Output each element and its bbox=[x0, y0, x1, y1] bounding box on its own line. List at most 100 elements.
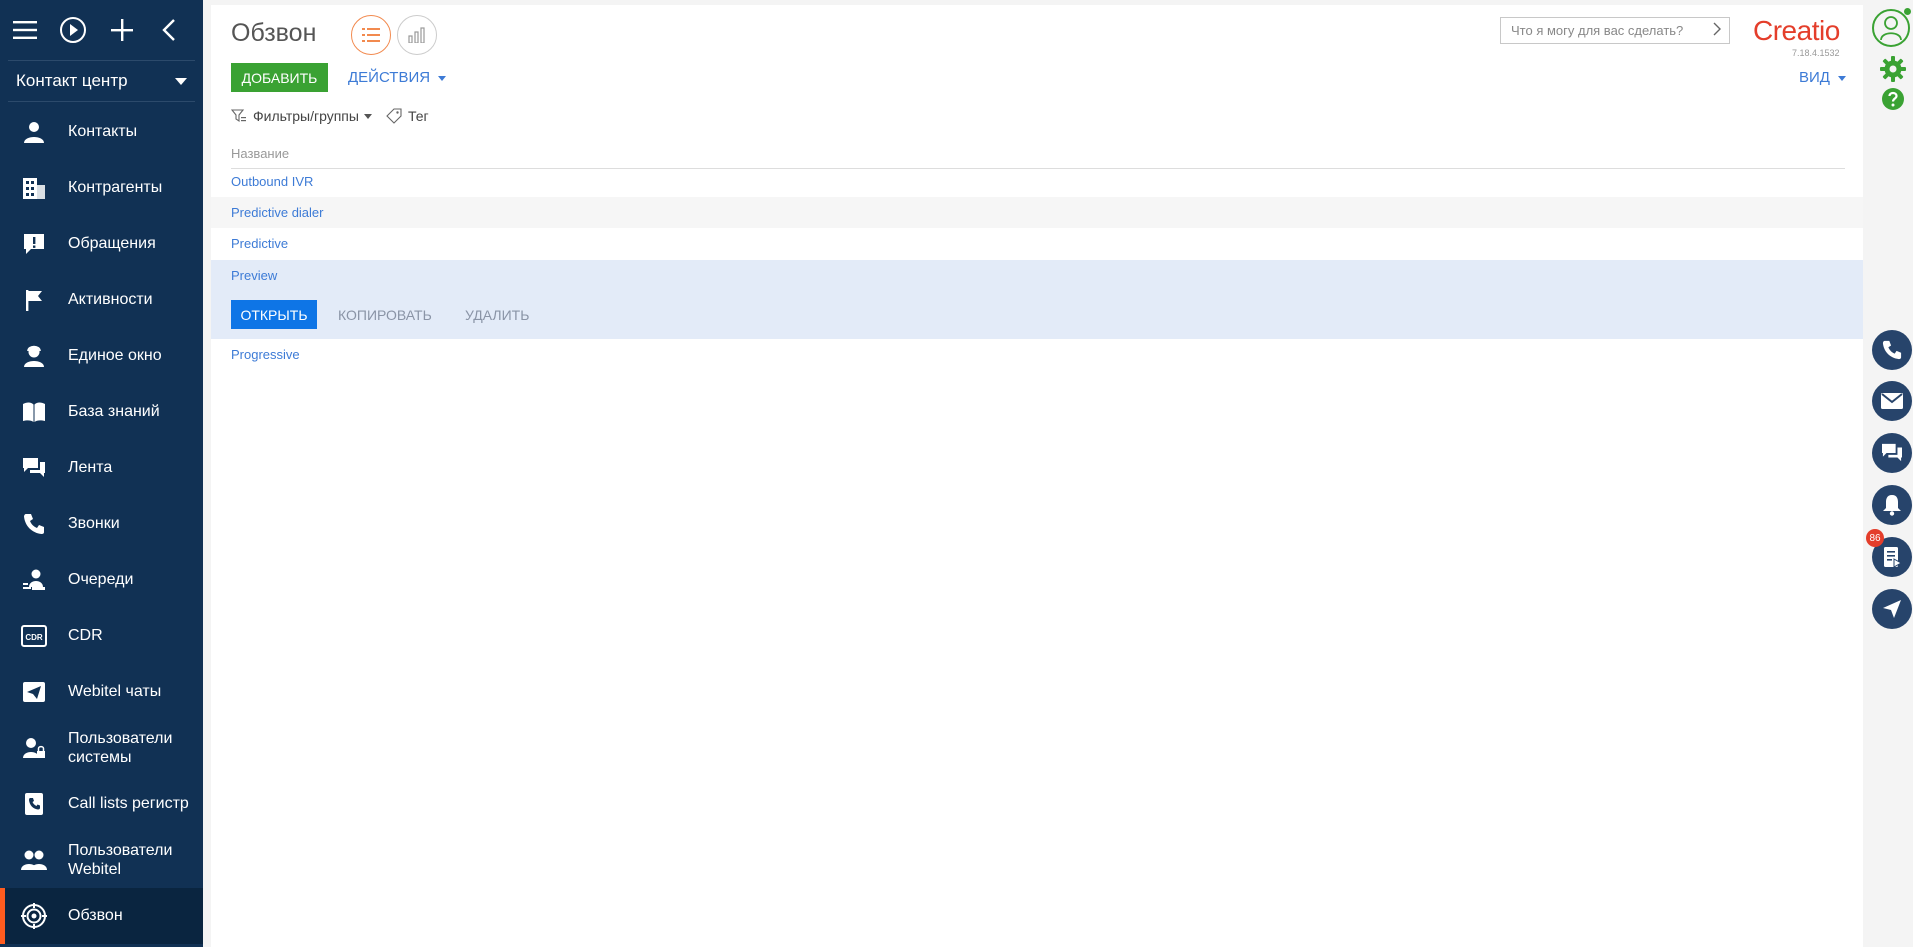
tag-icon bbox=[386, 108, 402, 124]
chevron-down-icon bbox=[1838, 75, 1847, 81]
send-panel-button[interactable] bbox=[1872, 589, 1912, 629]
copy-button[interactable]: КОПИРОВАТЬ bbox=[338, 307, 432, 323]
phone-panel-button[interactable] bbox=[1872, 330, 1912, 370]
sidebar-item-activities[interactable]: Активности bbox=[0, 272, 203, 328]
filters-groups-button[interactable]: Фильтры/группы bbox=[253, 108, 359, 124]
sidebar-topbar bbox=[0, 0, 203, 60]
page-title: Обзвон bbox=[231, 19, 317, 47]
sidebar-item-label: Обзвон bbox=[68, 907, 123, 924]
actions-dropdown[interactable]: ДЕЙСТВИЯ bbox=[348, 69, 447, 86]
command-search-input[interactable]: Что я могу для вас сделать? bbox=[1500, 17, 1730, 44]
sidebar-item-dialer[interactable]: Обзвон bbox=[0, 888, 203, 944]
chevron-down-icon bbox=[363, 113, 372, 119]
notifications-panel-button[interactable] bbox=[1872, 485, 1912, 525]
chevron-right-icon[interactable] bbox=[1713, 22, 1721, 39]
svg-text:CDR: CDR bbox=[25, 633, 43, 642]
cdr-icon: CDR bbox=[20, 622, 48, 650]
sidebar-item-label: Активности bbox=[68, 291, 153, 308]
sidebar-item-label: Очереди bbox=[68, 571, 134, 588]
selected-row[interactable]: Preview ОТКРЫТЬ КОПИРОВАТЬ УДАЛИТЬ bbox=[211, 260, 1863, 339]
sidebar-item-call-lists[interactable]: Call lists регистр bbox=[0, 776, 203, 832]
sidebar-item-system-users[interactable]: Пользователи системы bbox=[0, 720, 203, 776]
table-row[interactable]: Progressive bbox=[211, 339, 1863, 370]
add-button[interactable]: ДОБАВИТЬ bbox=[231, 63, 328, 92]
notification-badge: 86 bbox=[1866, 529, 1884, 547]
sidebar-item-cdr[interactable]: CDR CDR bbox=[0, 608, 203, 664]
online-status-dot bbox=[1904, 8, 1911, 15]
row-link[interactable]: Predictive dialer bbox=[231, 205, 324, 220]
document-icon bbox=[1884, 547, 1901, 568]
table-row[interactable]: Predictive dialer bbox=[211, 197, 1863, 228]
call-list-icon bbox=[20, 790, 48, 818]
list-view-button[interactable] bbox=[351, 15, 391, 55]
version-label: 7.18.4.1532 bbox=[1792, 48, 1840, 58]
sidebar-item-webitel-chats[interactable]: Webitel чаты bbox=[0, 664, 203, 720]
sidebar-item-label: Звонки bbox=[68, 515, 120, 532]
creatio-logo: Creatio bbox=[1753, 15, 1840, 46]
row-link[interactable]: Predictive bbox=[231, 236, 288, 251]
email-panel-button[interactable] bbox=[1872, 381, 1912, 421]
row-link[interactable]: Outbound IVR bbox=[231, 174, 313, 189]
tag-button[interactable]: Тег bbox=[408, 108, 429, 124]
table-row[interactable]: Outbound IVR bbox=[211, 166, 1863, 197]
sidebar: Контакт центр Контакты Контрагенты Обращ… bbox=[0, 0, 203, 947]
call-list-panel-button[interactable]: 86 bbox=[1866, 529, 1912, 577]
profile-avatar[interactable] bbox=[1872, 8, 1911, 47]
analytics-view-button[interactable] bbox=[397, 15, 437, 55]
main-panel: Обзвон Что я могу для вас сделать? Creat… bbox=[211, 5, 1863, 947]
filter-icon bbox=[231, 109, 246, 123]
row-link[interactable]: Preview bbox=[231, 268, 277, 283]
list-icon bbox=[362, 28, 380, 42]
user-icon bbox=[1880, 16, 1902, 41]
sidebar-item-knowledge-base[interactable]: База знаний bbox=[0, 384, 203, 440]
sidebar-item-queues[interactable]: Очереди bbox=[0, 552, 203, 608]
view-dropdown[interactable]: ВИД bbox=[1799, 69, 1847, 86]
delete-button[interactable]: УДАЛИТЬ bbox=[465, 307, 529, 323]
menu-icon[interactable] bbox=[12, 15, 37, 45]
plus-icon[interactable] bbox=[109, 15, 134, 45]
sidebar-item-label: Контакты bbox=[68, 123, 138, 140]
sidebar-item-cases[interactable]: Обращения bbox=[0, 216, 203, 272]
sidebar-item-label: Пользователи системы bbox=[68, 730, 173, 766]
chat-panel-button[interactable] bbox=[1872, 433, 1912, 473]
table-row[interactable]: Predictive bbox=[211, 228, 1863, 259]
sidebar-item-label: Обращения bbox=[68, 235, 156, 252]
chat-icon bbox=[20, 454, 48, 482]
bell-icon bbox=[1883, 495, 1901, 516]
chart-icon bbox=[408, 27, 425, 43]
building-icon bbox=[20, 174, 48, 202]
play-icon[interactable] bbox=[59, 15, 87, 45]
book-icon bbox=[20, 398, 48, 426]
help-button[interactable] bbox=[1881, 87, 1905, 116]
sidebar-item-label: CDR bbox=[68, 627, 103, 644]
sidebar-item-label: Единое окно bbox=[68, 347, 162, 364]
chat-icon bbox=[1882, 443, 1902, 462]
flag-icon bbox=[20, 286, 48, 314]
gear-icon bbox=[1880, 56, 1906, 82]
person-icon bbox=[20, 118, 48, 146]
sidebar-item-feed[interactable]: Лента bbox=[0, 440, 203, 496]
sidebar-item-webitel-users[interactable]: Пользователи Webitel bbox=[0, 832, 203, 888]
sidebar-item-contacts[interactable]: Контакты bbox=[0, 104, 203, 160]
view-label: ВИД bbox=[1799, 69, 1830, 86]
dialer-icon bbox=[20, 902, 48, 930]
envelope-icon bbox=[1881, 393, 1903, 409]
users-icon bbox=[20, 846, 48, 874]
sidebar-item-single-window[interactable]: Единое окно bbox=[0, 328, 203, 384]
sidebar-item-label: Пользователи Webitel bbox=[68, 842, 173, 878]
workplace-label: Контакт центр bbox=[16, 71, 128, 90]
exclamation-icon bbox=[20, 230, 48, 258]
sidebar-item-label: Webitel чаты bbox=[68, 683, 162, 700]
row-link[interactable]: Progressive bbox=[231, 347, 300, 362]
send-icon bbox=[1883, 600, 1901, 618]
sidebar-item-accounts[interactable]: Контрагенты bbox=[0, 160, 203, 216]
workplace-selector[interactable]: Контакт центр bbox=[8, 60, 195, 102]
queue-icon bbox=[20, 566, 48, 594]
sidebar-item-calls[interactable]: Звонки bbox=[0, 496, 203, 552]
sidebar-item-label: Лента bbox=[68, 459, 113, 476]
open-button[interactable]: ОТКРЫТЬ bbox=[231, 300, 317, 329]
collapse-icon[interactable] bbox=[156, 15, 181, 45]
table-row[interactable]: Preview bbox=[211, 260, 1863, 291]
settings-button[interactable] bbox=[1880, 56, 1906, 87]
phone-icon bbox=[20, 510, 48, 538]
